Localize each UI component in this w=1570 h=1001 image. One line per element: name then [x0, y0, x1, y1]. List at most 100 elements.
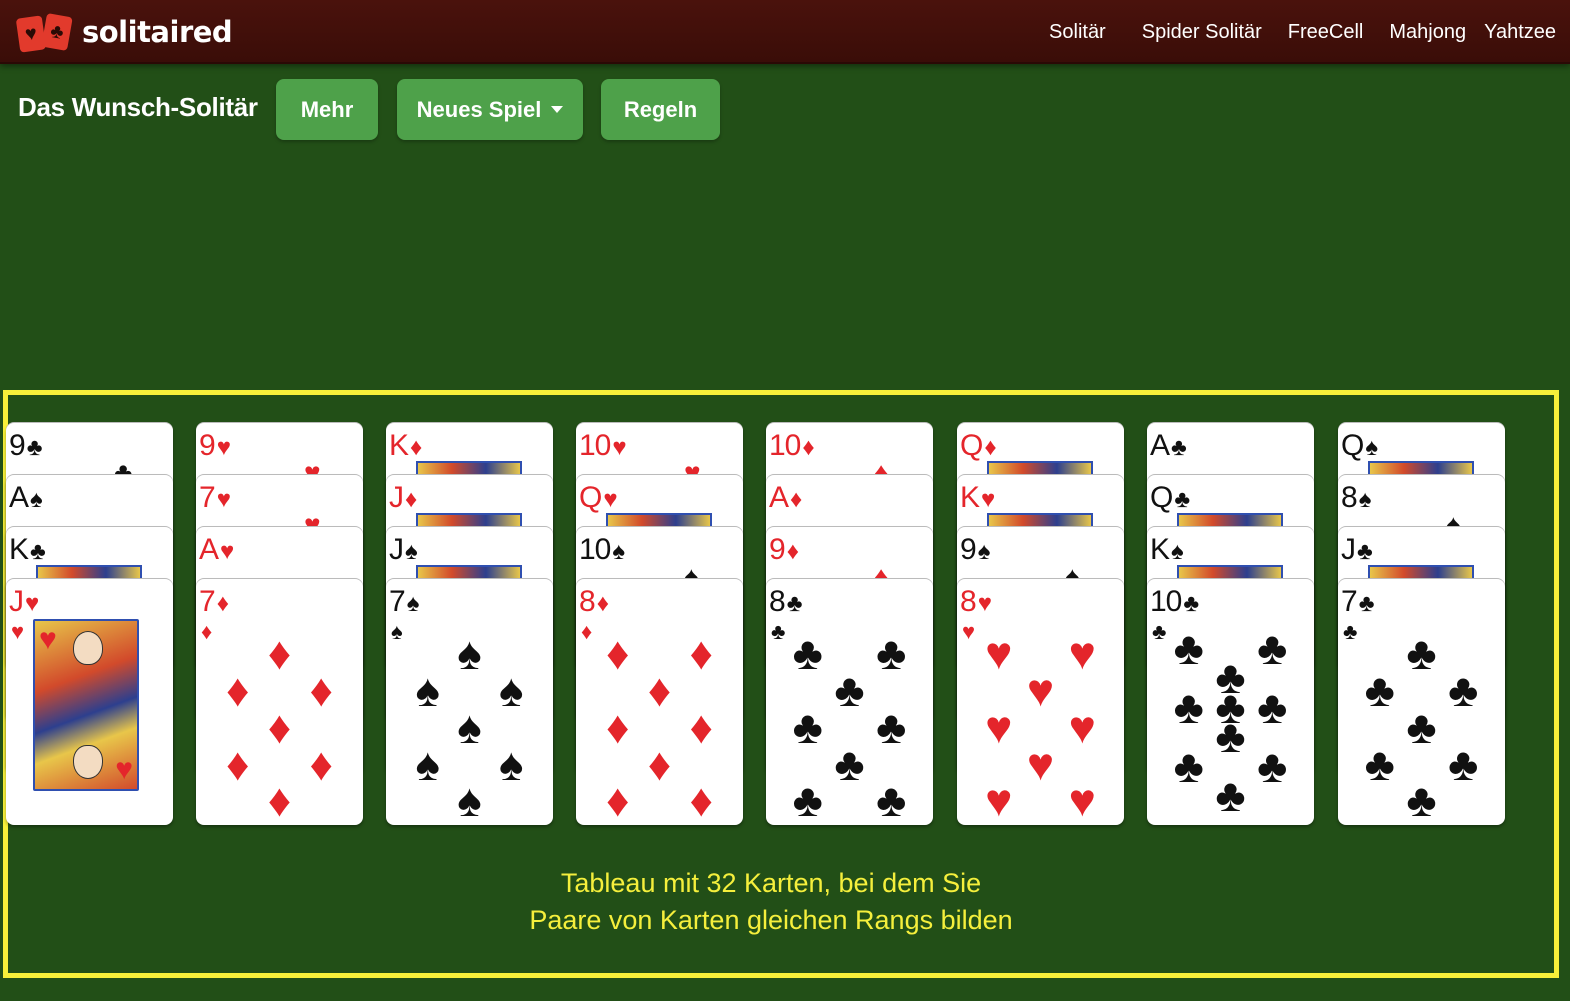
card-pip-icon: ♠	[457, 700, 482, 753]
caret-down-icon	[551, 106, 564, 113]
card-rank: A	[199, 533, 219, 566]
card-rank-suit: A♠	[9, 483, 43, 513]
tableau-column-1: 9♣ ♣ A♠ K♣ J♥ ♥ ♥ ♥	[6, 423, 173, 825]
card-pip-icon: ♣	[1257, 680, 1288, 733]
card-pip-icon: ♣	[876, 700, 907, 753]
rules-button[interactable]: Regeln	[601, 79, 720, 140]
card-rank: 9	[769, 533, 786, 566]
tableau-caption: Tableau mit 32 Karten, bei dem Sie Paare…	[0, 865, 1542, 939]
logo-text: solitaired	[82, 15, 233, 49]
playing-card[interactable]: 8♥ ♥ ♥ ♥ ♥ ♥ ♥ ♥ ♥ ♥	[957, 579, 1124, 825]
tableau-column-4: 10♥ ♥ Q♥ 10♠ ♠ 8♦ ♦ ♦ ♦ ♦ ♦ ♦ ♦ ♦ ♦	[576, 423, 743, 825]
nav-link-mahjong[interactable]: Mahjong	[1389, 21, 1466, 44]
card-pip-icon: ♥	[1026, 737, 1055, 790]
card-pip-icon: ♣	[1448, 737, 1479, 790]
card-pip-icon: ♠	[457, 626, 482, 679]
card-pip-icon: ♦	[226, 663, 250, 716]
card-pip-icon: ♣	[1257, 621, 1288, 674]
card-rank-suit: 7♥	[199, 481, 231, 514]
more-button[interactable]: Mehr	[276, 79, 378, 140]
card-corner-suit-icon: ♣	[1343, 619, 1358, 644]
card-pip-icon: ♣	[1173, 621, 1204, 674]
card-rank-suit: 9♠	[960, 533, 991, 566]
card-pip-icon: ♦	[267, 626, 292, 679]
card-suit-icon: ♦	[984, 434, 996, 461]
card-suit-icon: ♦	[216, 590, 229, 617]
card-suit-icon: ♣	[786, 590, 803, 617]
playing-card[interactable]: 7♦ ♦ ♦ ♦ ♦ ♦ ♦ ♦ ♦	[196, 579, 363, 825]
tableau-column-2: 9♥ ♥ 7♥ ♥ A♥ 7♦ ♦ ♦ ♦ ♦ ♦ ♦ ♦ ♦	[196, 423, 363, 825]
card-rank: 9	[960, 533, 977, 566]
card-suit-icon: ♠	[977, 538, 991, 565]
card-suit-icon: ♣	[1358, 590, 1375, 617]
card-suit-icon: ♠	[612, 538, 625, 565]
card-suit-icon: ♣	[26, 434, 43, 461]
card-suit-icon: ♣	[1183, 590, 1199, 617]
card-pip-icon: ♥	[985, 774, 1013, 825]
card-rank-suit: Q♦	[960, 431, 997, 461]
card-pip-icon: ♦	[226, 737, 250, 790]
card-rank: K	[1150, 533, 1170, 566]
card-rank-suit: 9♥	[199, 429, 231, 462]
card-rank: 7	[199, 481, 216, 514]
card-pip-icon: ♦	[606, 774, 630, 825]
card-rank: K	[9, 533, 29, 566]
playing-card[interactable]: 8♣ ♣ ♣ ♣ ♣ ♣ ♣ ♣ ♣ ♣	[766, 579, 933, 825]
tableau-column-3: K♦ J♦ J♠ 7♠ ♠ ♠ ♠ ♠ ♠ ♠ ♠ ♠	[386, 423, 553, 825]
card-corner-suit-icon: ♣	[771, 619, 786, 644]
card-rank-suit: 10♠	[579, 533, 625, 566]
card-rank-suit: Q♥	[579, 483, 618, 513]
card-pip-icon: ♣	[876, 774, 907, 825]
card-suit-icon: ♠	[406, 590, 420, 617]
card-pip-icon: ♣	[1257, 739, 1288, 792]
card-pip-icon: ♦	[689, 774, 713, 825]
card-suit-icon: ♥	[977, 590, 992, 617]
card-suit-icon: ♠	[1358, 486, 1372, 513]
card-rank-suit: J♠	[389, 535, 418, 565]
card-pip-icon: ♦	[267, 700, 292, 753]
nav-link-solitaer[interactable]: Solitär	[1049, 21, 1106, 44]
card-rank: K	[960, 481, 980, 514]
nav-link-freecell[interactable]: FreeCell	[1288, 21, 1364, 44]
card-suit-icon: ♥	[220, 538, 234, 565]
rules-button-label: Regeln	[623, 96, 698, 122]
new-game-label: Neues Spiel	[416, 96, 542, 122]
card-pip-icon: ♥	[985, 700, 1013, 753]
card-pip-icon: ♠	[415, 737, 440, 790]
site-logo[interactable]: ♥ ♣ solitaired	[15, 13, 233, 53]
card-rank-suit: 9♦	[769, 533, 799, 566]
playing-card[interactable]: 10♣ ♣ ♣ ♣ ♣ ♣ ♣ ♣ ♣ ♣ ♣ ♣	[1147, 579, 1314, 825]
card-rank: J	[389, 481, 404, 514]
card-pip-icon: ♣	[792, 626, 823, 679]
card-rank: Q	[1150, 481, 1173, 514]
nav-link-yahtzee[interactable]: Yahtzee	[1484, 21, 1556, 44]
card-rank: 10	[579, 533, 611, 566]
playing-card[interactable]: 7♣ ♣ ♣ ♣ ♣ ♣ ♣ ♣ ♣	[1338, 579, 1505, 825]
tableau-column-8: Q♠ 8♠ ♠ J♣ 7♣ ♣ ♣ ♣ ♣ ♣ ♣ ♣ ♣	[1338, 423, 1505, 825]
card-rank-suit: 10♣	[1150, 585, 1199, 618]
card-rank: A	[1150, 429, 1170, 462]
card-suit-icon: ♣	[1171, 434, 1187, 461]
card-rank-suit: K♠	[1150, 533, 1184, 566]
nav-link-spider-solitaer[interactable]: Spider Solitär	[1142, 21, 1262, 44]
card-suit-icon: ♠	[405, 538, 418, 565]
card-corner-suit-icon: ♦	[201, 619, 213, 644]
card-pip-icon: ♣	[1406, 626, 1437, 679]
card-rank: A	[769, 481, 789, 514]
card-rank: 9	[199, 429, 216, 462]
court-figure-icon: ♥ ♥	[33, 619, 139, 791]
card-suit-icon: ♥	[612, 434, 626, 461]
card-rank: J	[9, 585, 24, 618]
card-corner-suit-icon: ♥	[11, 619, 25, 644]
playing-card[interactable]: 8♦ ♦ ♦ ♦ ♦ ♦ ♦ ♦ ♦ ♦	[576, 579, 743, 825]
top-navigation-bar: ♥ ♣ solitaired Solitär Spider Solitär Fr…	[0, 0, 1570, 64]
new-game-dropdown-button[interactable]: Neues Spiel	[397, 79, 583, 140]
card-suit-icon: ♥	[216, 486, 231, 513]
card-pip-icon: ♠	[457, 774, 482, 825]
playing-card[interactable]: 7♠ ♠ ♠ ♠ ♠ ♠ ♠ ♠ ♠	[386, 579, 553, 825]
card-rank: 10	[1150, 585, 1182, 618]
card-pip-icon: ♣	[834, 737, 865, 790]
card-pip-icon: ♣	[1364, 663, 1395, 716]
playing-card[interactable]: J♥ ♥ ♥ ♥	[6, 579, 173, 825]
card-pip-icon: ♠	[499, 663, 524, 716]
